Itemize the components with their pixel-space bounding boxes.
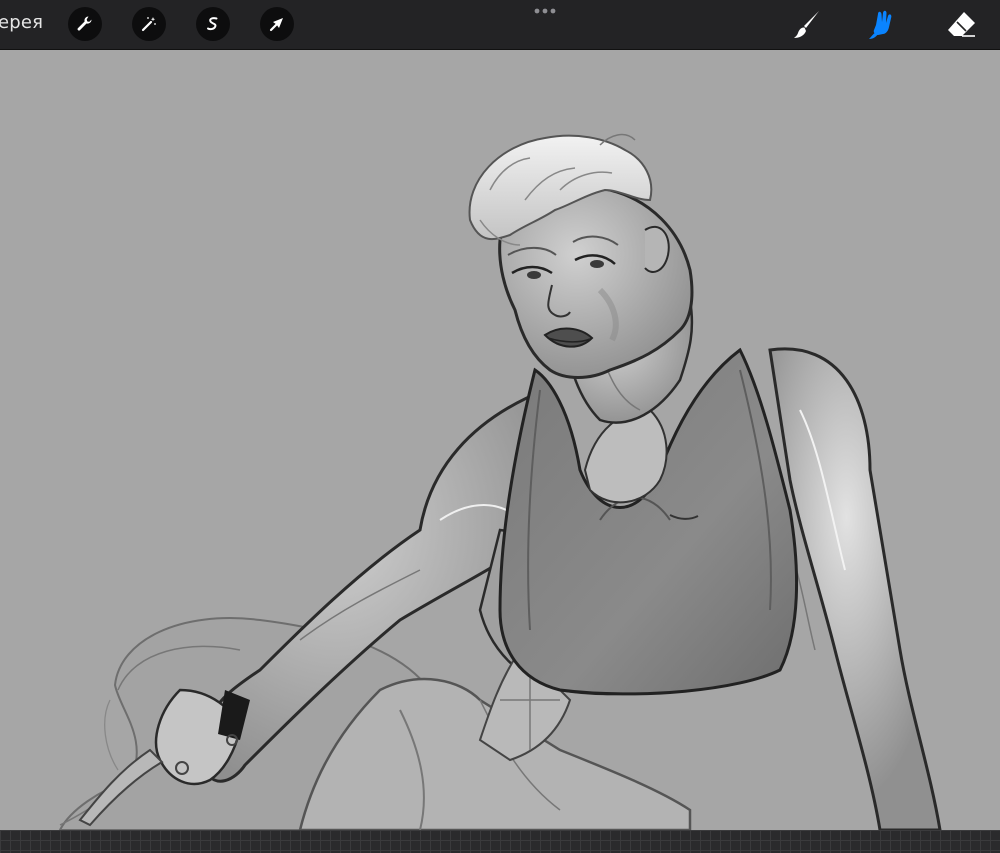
brush-tool-button[interactable] — [788, 6, 826, 44]
smudge-tool-button[interactable] — [864, 6, 902, 44]
wrench-icon — [77, 16, 92, 31]
selection-icon — [207, 17, 218, 31]
actions-button[interactable] — [68, 7, 102, 41]
sketch-figure — [58, 133, 942, 830]
gallery-button[interactable]: ерея — [0, 12, 43, 33]
top-toolbar: ерея — [0, 0, 1000, 50]
smudge-icon — [869, 10, 892, 39]
more-options-icon[interactable] — [531, 6, 561, 16]
drawing-canvas[interactable] — [0, 50, 1000, 830]
eraser-icon — [948, 12, 975, 37]
procreate-app: ерея — [0, 0, 1000, 853]
eraser-tool-button[interactable] — [942, 6, 980, 44]
magic-wand-icon — [141, 17, 156, 32]
bottom-grid-bar — [0, 830, 1000, 853]
brush-icon — [794, 11, 819, 38]
move-arrow-icon — [269, 18, 283, 32]
transform-button[interactable] — [260, 7, 294, 41]
selection-button[interactable] — [196, 7, 230, 41]
adjustments-button[interactable] — [132, 7, 166, 41]
